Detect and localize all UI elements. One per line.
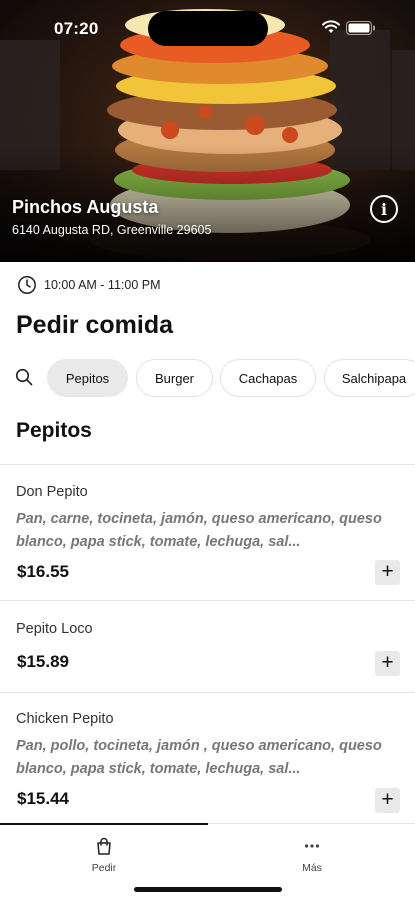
- wifi-icon: [322, 20, 340, 33]
- hours-text: 10:00 AM - 11:00 PM: [44, 278, 161, 292]
- tab-label: Pedir: [91, 862, 117, 874]
- store-hours: 10:00 AM - 11:00 PM: [17, 275, 161, 295]
- item-description: Pan, pollo, tocineta, jamón , queso amer…: [16, 738, 382, 777]
- clock-icon: [18, 276, 36, 294]
- dynamic-island: [148, 11, 268, 46]
- menu-item[interactable]: Pepito Loco $15.89 +: [0, 601, 415, 692]
- menu-item[interactable]: Chicken Pepito Pan, pollo, tocineta, jam…: [0, 693, 415, 823]
- item-name: Don Pepito: [16, 484, 88, 500]
- tab-indicator: [0, 823, 208, 825]
- tab-label: Más: [302, 862, 322, 874]
- item-name: Pepito Loco: [16, 621, 93, 637]
- item-description: Pan, carne, tocineta, jamón, queso ameri…: [16, 511, 382, 550]
- category-chip-burger[interactable]: Burger: [136, 359, 213, 397]
- item-name: Chicken Pepito: [16, 711, 114, 727]
- tab-pedir[interactable]: Pedir: [54, 836, 154, 874]
- page-title: Pedir comida: [16, 311, 173, 339]
- add-item-button[interactable]: +: [375, 560, 400, 585]
- hero-banner: 07:20 Pinchos Augusta 6140 Augusta RD, G…: [0, 0, 415, 262]
- tab-mas[interactable]: Más: [262, 836, 362, 874]
- category-bar: Pepitos Burger Cachapas Salchipapa: [0, 357, 415, 399]
- battery-icon: [346, 21, 375, 35]
- category-chip-cachapas[interactable]: Cachapas: [220, 359, 316, 397]
- menu-item[interactable]: Don Pepito Pan, carne, tocineta, jamón, …: [0, 465, 415, 600]
- search-icon[interactable]: [14, 367, 34, 387]
- info-button[interactable]: i: [370, 195, 398, 223]
- store-address: 6140 Augusta RD, Greenville 29605: [12, 223, 212, 237]
- item-price: $16.55: [17, 562, 69, 581]
- item-price: $15.44: [17, 789, 69, 808]
- status-time: 07:20: [54, 19, 99, 38]
- section-title: Pepitos: [16, 419, 92, 442]
- home-indicator: [134, 887, 282, 892]
- add-item-button[interactable]: +: [375, 788, 400, 813]
- status-bar: 07:20: [0, 0, 415, 54]
- category-chip-pepitos[interactable]: Pepitos: [47, 359, 128, 397]
- store-name: Pinchos Augusta: [12, 197, 159, 217]
- add-item-button[interactable]: +: [375, 651, 400, 676]
- more-dots-icon: [304, 844, 320, 848]
- info-icon: i: [380, 199, 388, 219]
- category-chip-salchipapa[interactable]: Salchipapa: [324, 359, 415, 397]
- item-price: $15.89: [17, 652, 69, 671]
- bag-icon: [97, 837, 111, 855]
